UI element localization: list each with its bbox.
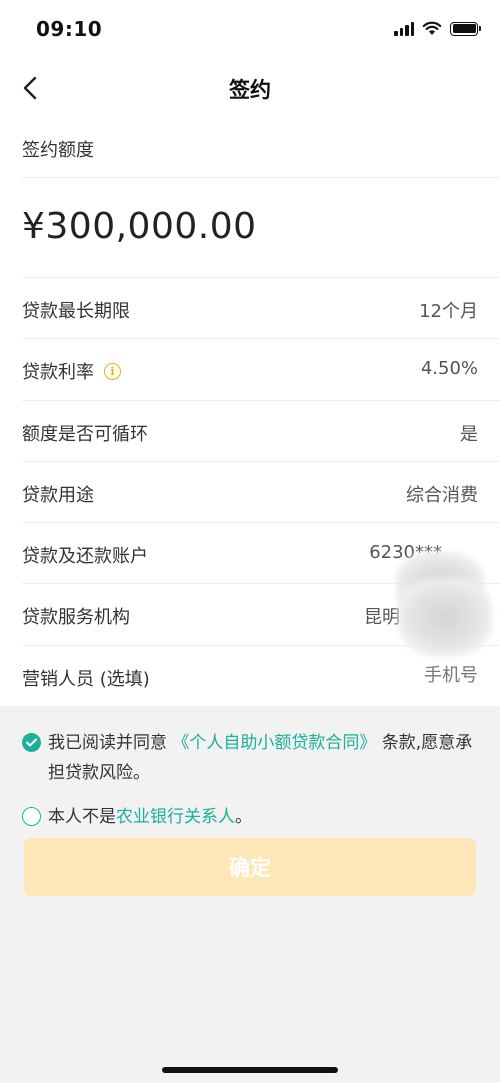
agreement-section: 我已阅读并同意 《个人自助小额贷款合同》 条款,愿意承担贷款风险。 本人不是农业… xyxy=(22,728,482,832)
row-value: 综合消费 xyxy=(406,485,478,506)
status-bar: 09:10 xyxy=(0,0,500,60)
row-label: 贷款用途 xyxy=(22,485,94,506)
contract-link[interactable]: 《个人自助小额贷款合同》 xyxy=(172,733,376,753)
row-label: 额度是否可循环 xyxy=(22,424,148,445)
relation-link[interactable]: 农业银行关系人 xyxy=(116,807,235,827)
relation-checkbox[interactable] xyxy=(22,807,41,826)
row-label-wrap: 贷款利率 i xyxy=(22,358,121,384)
row-label: 贷款利率 xyxy=(22,362,94,383)
phone-input[interactable] xyxy=(278,665,478,686)
wifi-icon xyxy=(422,21,442,35)
agreement-relation: 本人不是农业银行关系人。 xyxy=(22,802,482,832)
row-revolving: 额度是否可循环 是 xyxy=(0,401,500,462)
quota-label: 签约额度 xyxy=(22,140,94,161)
sign-contract-page: 09:10 签约 签约额度 ¥300,000.00 贷款最长期限 12个月 贷款… xyxy=(0,0,500,1083)
battery-icon xyxy=(450,21,481,36)
info-icon[interactable]: i xyxy=(104,362,121,380)
quota-amount: ¥300,000.00 xyxy=(22,206,257,247)
relation-text: 本人不是 xyxy=(48,807,116,827)
row-label: 贷款及还款账户 xyxy=(22,546,148,567)
relation-text-suffix: 。 xyxy=(235,807,252,827)
home-indicator xyxy=(162,1067,338,1073)
row-interest-rate: 贷款利率 i 4.50% xyxy=(0,339,500,400)
row-max-term: 贷款最长期限 12个月 xyxy=(0,278,500,339)
row-marketing-staff: 营销人员 (选填) xyxy=(0,646,500,707)
agreement-contract: 我已阅读并同意 《个人自助小额贷款合同》 条款,愿意承担贷款风险。 xyxy=(22,728,482,788)
contract-info-card: 签约额度 ¥300,000.00 贷款最长期限 12个月 贷款利率 i 4.50… xyxy=(0,116,500,706)
agreement-text: 我已阅读并同意 xyxy=(48,733,167,753)
status-icons xyxy=(394,21,481,36)
nav-bar: 签约 xyxy=(0,60,500,116)
divider xyxy=(22,177,500,178)
row-value: 4.50% xyxy=(420,358,478,379)
cellular-signal-icon xyxy=(394,21,414,36)
agree-checkbox[interactable] xyxy=(22,733,41,752)
privacy-blur xyxy=(398,578,492,656)
row-label: 营销人员 (选填) xyxy=(22,669,150,690)
row-value: 昆明 xyxy=(364,607,400,628)
row-label: 贷款服务机构 xyxy=(22,607,130,628)
row-label: 贷款最长期限 xyxy=(22,301,130,322)
page-title: 签约 xyxy=(229,78,271,102)
check-icon xyxy=(26,738,37,747)
row-value: 12个月 xyxy=(419,301,478,322)
confirm-button[interactable]: 确定 xyxy=(24,838,476,896)
status-time: 09:10 xyxy=(36,17,103,41)
row-value: 是 xyxy=(460,424,478,445)
row-loan-purpose: 贷款用途 综合消费 xyxy=(0,462,500,523)
